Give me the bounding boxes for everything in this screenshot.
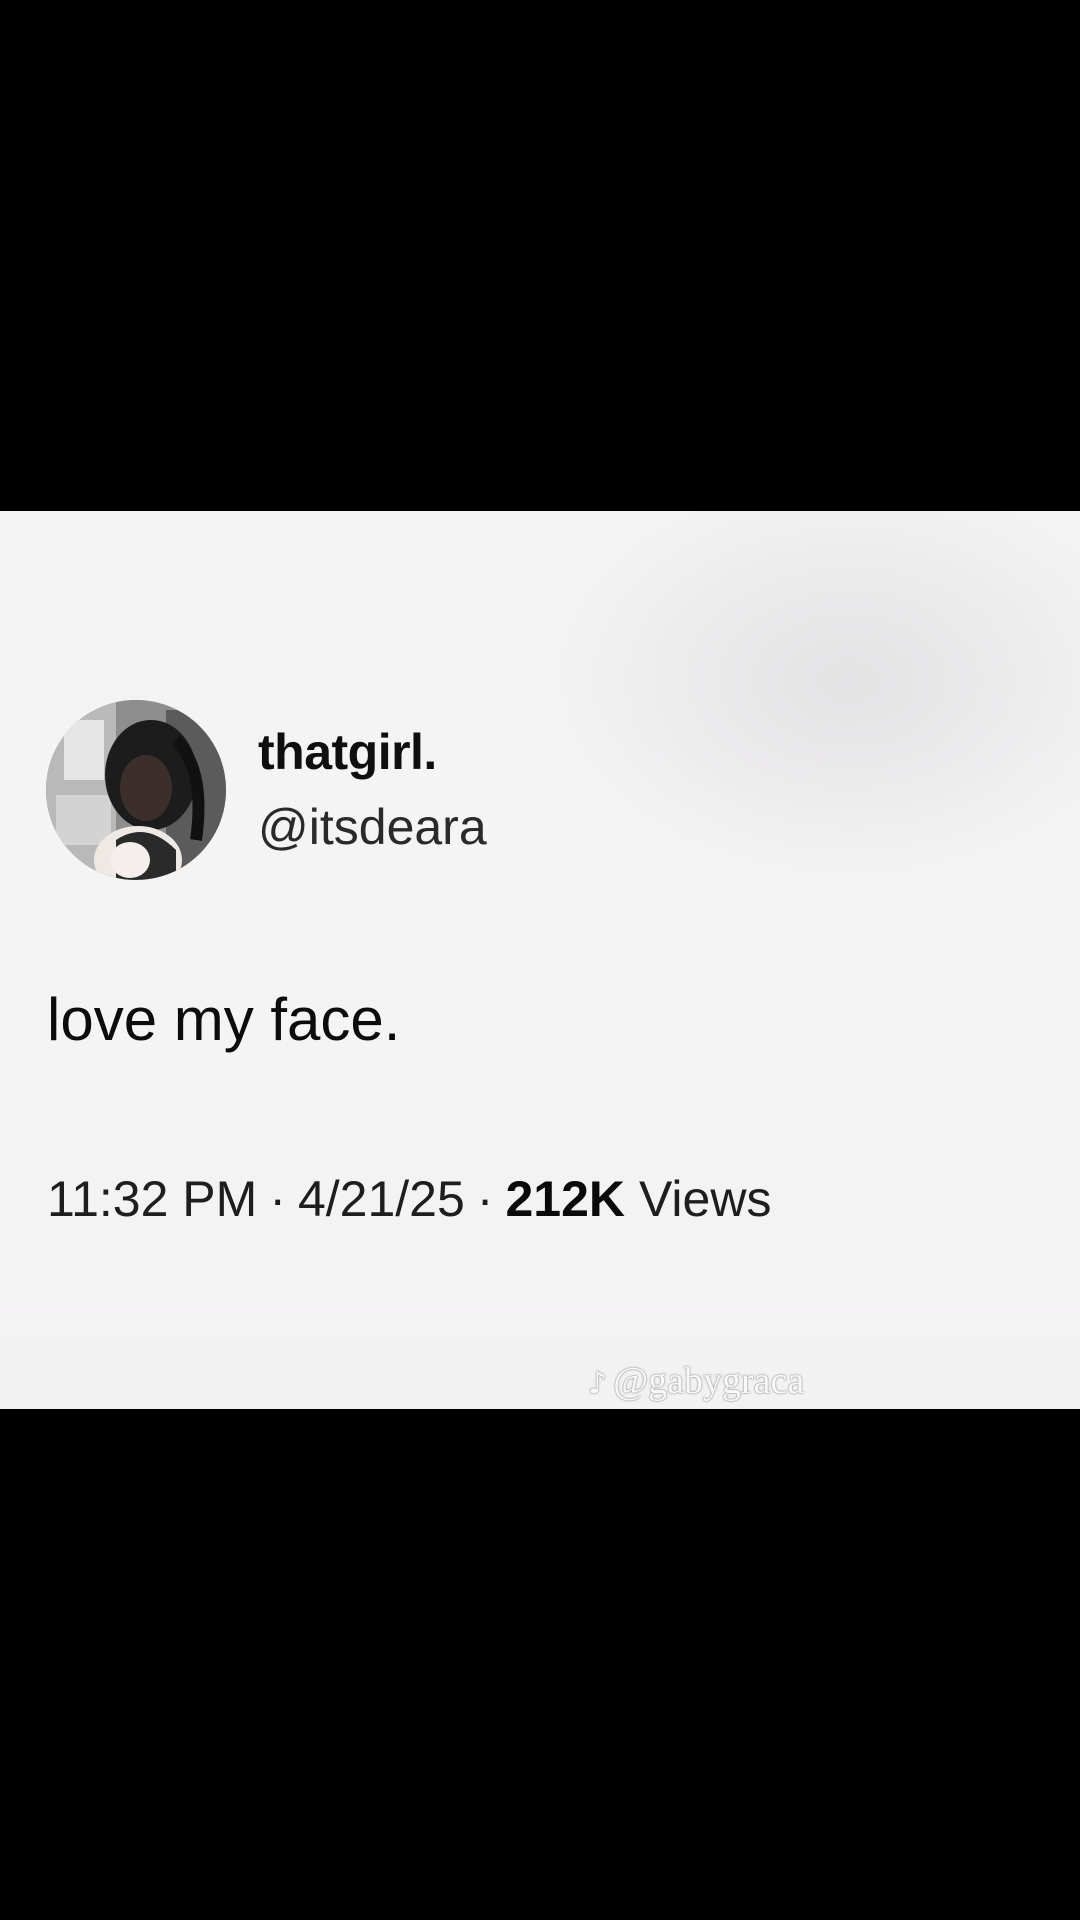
- tiktok-icon: ♪: [588, 1366, 608, 1401]
- avatar[interactable]: [46, 700, 226, 880]
- avatar-photo: [46, 700, 226, 880]
- meta-separator: ·: [269, 1171, 286, 1227]
- tweet-text: love my face.: [47, 986, 401, 1053]
- tweet-card: thatgirl. @itsdeara love my face. 11:32 …: [0, 511, 1080, 1409]
- watermark-username: @gabygraca: [613, 1360, 805, 1402]
- views-count[interactable]: 212K: [505, 1171, 625, 1227]
- tiktok-watermark: ♪ @gabygraca: [588, 1362, 804, 1400]
- user-handle[interactable]: @itsdeara: [258, 802, 487, 852]
- video-frame: thatgirl. @itsdeara love my face. 11:32 …: [0, 0, 1080, 1920]
- tweet-time[interactable]: 11:32 PM: [47, 1171, 257, 1227]
- display-name[interactable]: thatgirl.: [258, 727, 437, 777]
- meta-separator: ·: [476, 1171, 494, 1227]
- views-label: Views: [638, 1171, 772, 1227]
- tweet-meta: 11:32 PM · 4/21/25 · 212K Views: [47, 1174, 771, 1224]
- tweet-date[interactable]: 4/21/25: [298, 1171, 465, 1227]
